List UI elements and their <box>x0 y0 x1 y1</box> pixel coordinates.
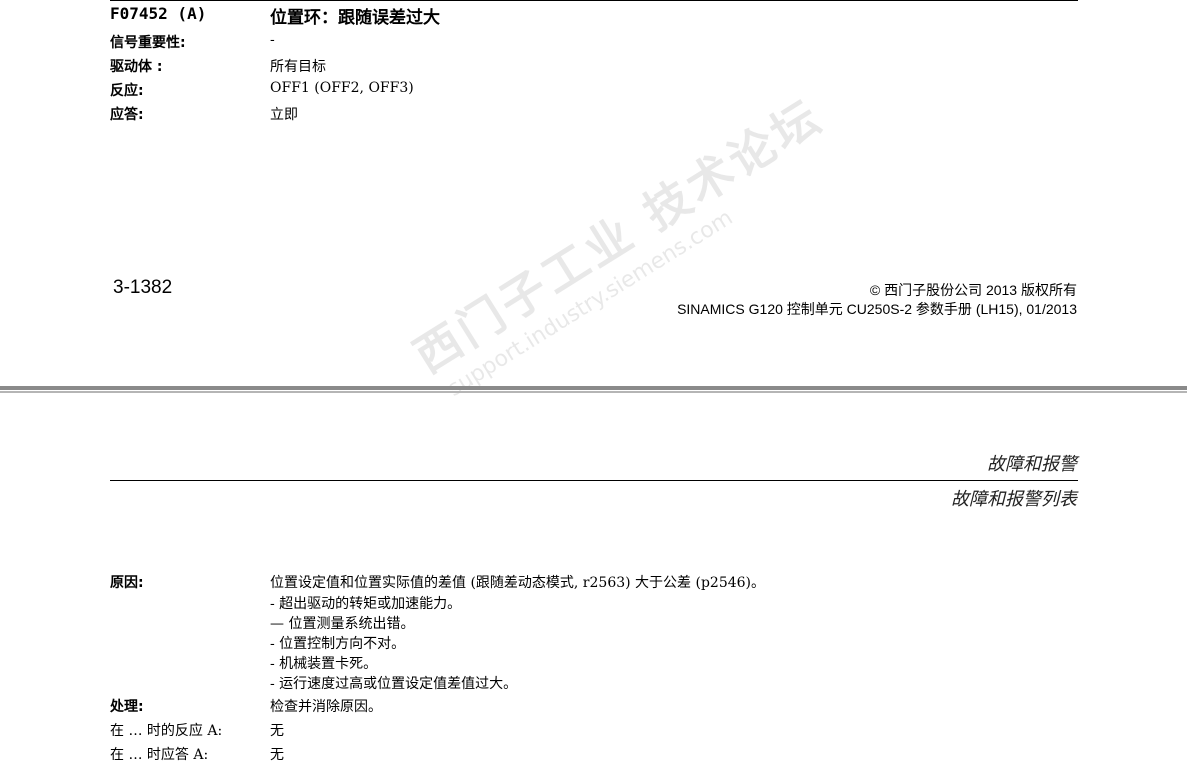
watermark-line1: 西门子工业 技术论坛 <box>404 88 832 384</box>
cause-line: - 位置控制方向不对。 <box>270 636 406 652</box>
cause-line: 位置设定值和位置实际值的差值 (跟随差动态模式, r2563) 大于公差 (p2… <box>270 575 766 591</box>
header-rule <box>110 480 1078 481</box>
remedy-label: 处理: <box>110 699 144 715</box>
cause-line: - 超出驱动的转矩或加速能力。 <box>270 596 462 612</box>
manual-title: SINAMICS G120 控制单元 CU250S-2 参数手册 (LH15),… <box>677 301 1077 317</box>
page-separator-shadow <box>0 391 1187 393</box>
drive-object-label: 驱动体 : <box>110 59 163 75</box>
ack-on-a-value: 无 <box>270 747 284 763</box>
cause-line: - 运行速度过高或位置设定值差值过大。 <box>270 676 518 692</box>
copyright-notice: © 西门子股份公司 2013 版权所有 <box>869 282 1077 298</box>
fault-code: F07452 (A) <box>110 4 207 23</box>
cause-line: — 位置测量系统出错。 <box>270 616 415 632</box>
watermark: 西门子工业 技术论坛 support.industry.siemens.com <box>400 81 847 407</box>
remedy-value: 检查并消除原因。 <box>270 699 382 715</box>
reaction-label: 反应: <box>110 83 144 99</box>
ack-on-a-label: 在 … 时应答 A: <box>110 747 209 763</box>
cause-line: - 机械装置卡死。 <box>270 656 378 672</box>
reaction-on-a-value: 无 <box>270 723 284 739</box>
signal-importance-value: - <box>270 32 275 48</box>
subsection-header: 故障和报警列表 <box>951 489 1077 510</box>
drive-object-value: 所有目标 <box>270 59 326 75</box>
section-header: 故障和报警 <box>987 454 1077 475</box>
page-separator <box>0 386 1187 390</box>
page-number: 3-1382 <box>113 277 173 298</box>
cause-label: 原因: <box>110 575 144 591</box>
signal-importance-label: 信号重要性: <box>110 35 186 51</box>
watermark-line2: support.industry.siemens.com <box>443 205 738 402</box>
reaction-value: OFF1 (OFF2, OFF3) <box>270 80 414 96</box>
fault-title: 位置环：跟随误差过大 <box>270 8 440 28</box>
reaction-on-a-label: 在 … 时的反应 A: <box>110 723 223 739</box>
top-rule <box>110 0 1078 1</box>
acknowledge-value: 立即 <box>270 107 298 123</box>
acknowledge-label: 应答: <box>110 107 144 123</box>
